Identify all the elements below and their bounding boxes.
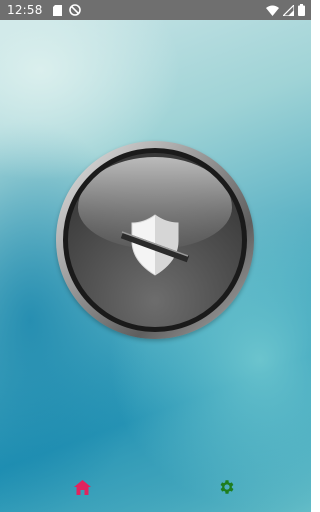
nav-home-button[interactable] [72, 478, 92, 496]
battery-icon [298, 4, 305, 16]
do-not-disturb-icon [68, 4, 81, 16]
gear-icon [220, 480, 234, 494]
shield-off-icon [120, 214, 190, 276]
shield-toggle-button[interactable] [56, 141, 254, 339]
bottom-navigation [0, 472, 311, 502]
status-bar: 12:58 [0, 0, 311, 20]
button-ring [63, 148, 247, 332]
home-icon [73, 479, 91, 495]
sd-card-icon [52, 4, 62, 16]
signal-icon [283, 4, 294, 16]
status-time: 12:58 [7, 3, 43, 17]
app-screen: 12:58 [0, 0, 311, 512]
status-icons [266, 0, 305, 20]
wifi-icon [266, 5, 279, 16]
button-face [68, 153, 242, 327]
nav-settings-button[interactable] [217, 477, 237, 497]
